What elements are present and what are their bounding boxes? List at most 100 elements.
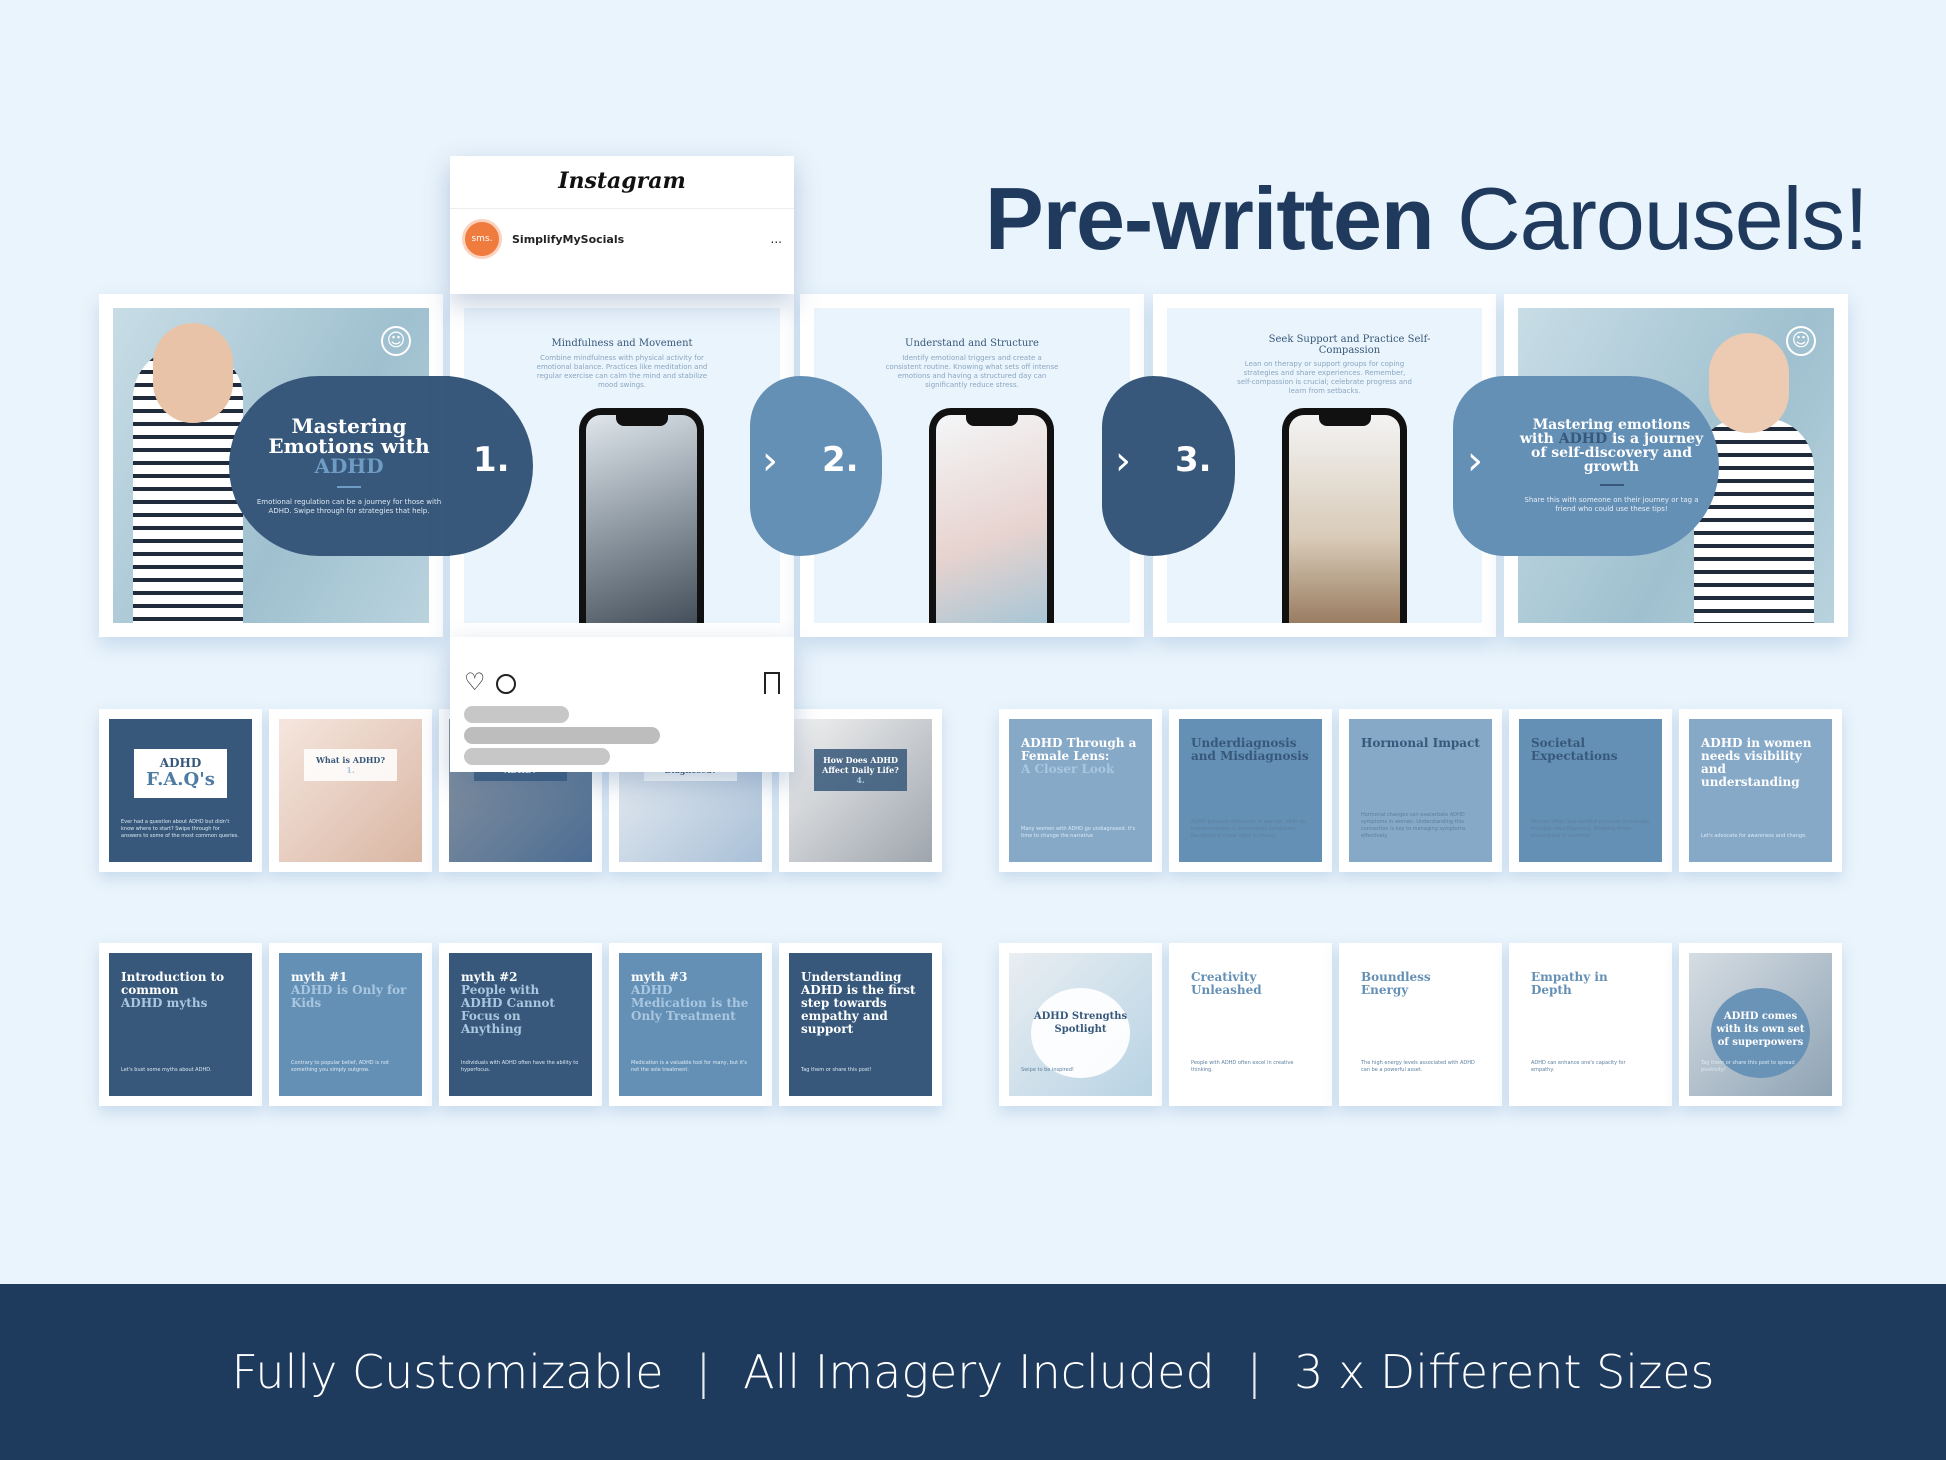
card-title: ADHD in women needs visibility and under… (1701, 737, 1822, 789)
card-body: Contrary to popular belief, ADHD is not … (291, 1060, 389, 1073)
title-bold: Pre-written (985, 169, 1435, 268)
faq-row-card: What is ADHD? 1. (269, 709, 432, 872)
phone-mockup (929, 408, 1054, 623)
card-title: Societal Expectations (1531, 737, 1652, 763)
card-title: ADHD Strengths Spotlight (1031, 988, 1130, 1078)
feature-imagery: All Imagery Included (743, 1345, 1215, 1399)
card-title-text: How Does ADHD Affect Daily Life? (822, 755, 899, 775)
heart-icon[interactable]: ♡ (464, 668, 486, 696)
caption-placeholder (464, 748, 610, 765)
card-title-text: Societal Expectations (1531, 736, 1618, 763)
card-title: What is ADHD? 1. (304, 749, 397, 781)
card-body: Tag them or share this post to spread po… (1701, 1060, 1795, 1073)
card-title-text: ADHD (159, 756, 202, 770)
card-title-text: Understanding ADHD is the first step tow… (801, 970, 916, 1036)
next-arrow-1[interactable]: › (750, 376, 800, 556)
phone-mockup (1282, 408, 1407, 623)
slide-body: Lean on therapy or support groups for co… (1237, 360, 1412, 395)
card-title-text: Empathy in Depth (1531, 970, 1608, 997)
card-title: myth #2 People with ADHD Cannot Focus on … (461, 971, 582, 1036)
card-body: Tag them or share this post! (801, 1067, 872, 1073)
carousel-slide-2: Understand and Structure Identify emotion… (800, 294, 1144, 637)
instagram-post-actions: ♡ (450, 637, 794, 772)
card-title-text: ADHD Strengths Spotlight (1033, 1011, 1128, 1035)
card-badge: 1. (346, 765, 355, 775)
chevron-right-icon: › (762, 438, 778, 484)
card-body: Individuals with ADHD often have the abi… (461, 1060, 579, 1073)
card-title-text: Underdiagnosis and Misdiagnosis (1191, 736, 1309, 763)
card-sub: A Closer Look (1021, 762, 1115, 776)
card-badge: 4. (856, 775, 865, 785)
women-row-card: Societal Expectations Women often face so… (1509, 709, 1672, 872)
card-title-text: Hormonal Impact (1361, 736, 1480, 750)
card-artwork: Creativity Unleashed People with ADHD oft… (1179, 953, 1322, 1096)
card-title: Understanding ADHD is the first step tow… (801, 971, 922, 1036)
separator: | (1246, 1345, 1263, 1399)
cover-title: Mastering Emotions with (268, 414, 430, 458)
bookmark-icon[interactable] (764, 672, 780, 694)
card-body: ADHD can enhance one's capacity for empa… (1531, 1060, 1626, 1073)
page-title: Pre-written Carousels! (985, 168, 1869, 270)
closing-blob: Mastering emotions with ADHD is a journe… (1504, 376, 1719, 556)
footer-banner: Fully Customizable | All Imagery Included… (0, 1284, 1946, 1460)
faq-row-card: How Does ADHD Affect Daily Life? 4. (779, 709, 942, 872)
card-title: Underdiagnosis and Misdiagnosis (1191, 737, 1312, 763)
slide-body: Combine mindfulness with physical activi… (536, 354, 708, 389)
slide-number: 3. (1175, 440, 1212, 480)
card-body: Hormonal changes can exacerbate ADHD sym… (1361, 812, 1466, 839)
card-accent: ADHD Medication is the Only Treatment (631, 983, 749, 1023)
card-title-text: ADHD in women needs visibility and under… (1701, 736, 1812, 789)
faq-row-card: ADHD F.A.Q's Ever had a question about ADH… (99, 709, 262, 872)
closing-title-rest: is a journey of self-discovery and growt… (1531, 431, 1704, 475)
woman-face (1709, 333, 1789, 433)
card-body: People with ADHD often excel in creative… (1191, 1060, 1294, 1073)
card-artwork: Introduction to common ADHD myths Let's bu… (109, 953, 252, 1096)
card-title-text: Creativity Unleashed (1191, 970, 1262, 997)
slide-number: 2. (822, 440, 859, 480)
women-row-card: Hormonal Impact Hormonal changes can exac… (1339, 709, 1502, 872)
feature-customizable: Fully Customizable (231, 1345, 664, 1399)
card-body: Ever had a question about ADHD but didn'… (121, 819, 239, 839)
feature-sizes: 3 x Different Sizes (1294, 1345, 1715, 1399)
card-body: Let's bust some myths about ADHD. (121, 1067, 212, 1073)
instagram-post-header: Instagram sms. SimplifyMySocials ... (450, 156, 794, 294)
title-light: Carousels! (1457, 169, 1869, 268)
card-title-text: myth #3 (631, 970, 688, 984)
slide-number: 1. (473, 440, 510, 480)
strengths-row-card: Boundless Energy The high energy levels a… (1339, 943, 1502, 1106)
strengths-row-card: Creativity Unleashed People with ADHD oft… (1169, 943, 1332, 1106)
account-name[interactable]: SimplifyMySocials (512, 233, 761, 246)
next-arrow-3[interactable]: › (1453, 376, 1504, 556)
card-body: The high energy levels associated with A… (1361, 1060, 1475, 1073)
instagram-logo: Instagram (450, 156, 794, 209)
card-artwork: Boundless Energy The high energy levels a… (1349, 953, 1492, 1096)
card-title-text: myth #2 (461, 970, 518, 984)
cover-title-accent: ADHD (314, 454, 384, 478)
card-body: Many women with ADHD go undiagnosed. It'… (1021, 826, 1136, 839)
card-title-text: ADHD comes with its own set of superpowe… (1716, 1011, 1805, 1048)
slide-heading: Mindfulness and Movement (551, 338, 693, 349)
woman-face (153, 323, 233, 423)
strengths-row-card: ADHD Strengths Spotlight Swipe to be insp… (999, 943, 1162, 1106)
card-artwork: ADHD Strengths Spotlight Swipe to be insp… (1009, 953, 1152, 1096)
card-accent: ADHD is Only for Kids (291, 983, 407, 1010)
card-body: Swipe to be inspired! (1021, 1067, 1074, 1073)
card-artwork: ADHD Through a Female Lens: A Closer Look… (1009, 719, 1152, 862)
comment-icon[interactable] (495, 674, 516, 694)
more-options-icon[interactable]: ... (771, 232, 782, 246)
myths-row-card: myth #1 ADHD is Only for Kids Contrary to … (269, 943, 432, 1106)
card-artwork: ADHD in women needs visibility and under… (1689, 719, 1832, 862)
card-title: ADHD F.A.Q's (134, 749, 227, 798)
strengths-row-card: Empathy in Depth ADHD can enhance one's c… (1509, 943, 1672, 1106)
card-artwork: What is ADHD? 1. (279, 719, 422, 862)
card-title: Creativity Unleashed (1191, 971, 1312, 997)
closing-body: Share this with someone on their journey… (1524, 496, 1699, 513)
myths-row-card: myth #2 People with ADHD Cannot Focus on … (439, 943, 602, 1106)
card-title: Hormonal Impact (1361, 737, 1482, 750)
carousel-cover-card: ☺ Mastering Emotions with ADHD Emotional… (99, 294, 479, 637)
avatar[interactable]: sms. (462, 219, 502, 259)
women-row-card: ADHD Through a Female Lens: A Closer Look… (999, 709, 1162, 872)
caption-placeholder (464, 706, 569, 723)
next-arrow-2[interactable]: › (1102, 376, 1153, 556)
card-body: Medication is a valuable tool for many, … (631, 1060, 748, 1073)
